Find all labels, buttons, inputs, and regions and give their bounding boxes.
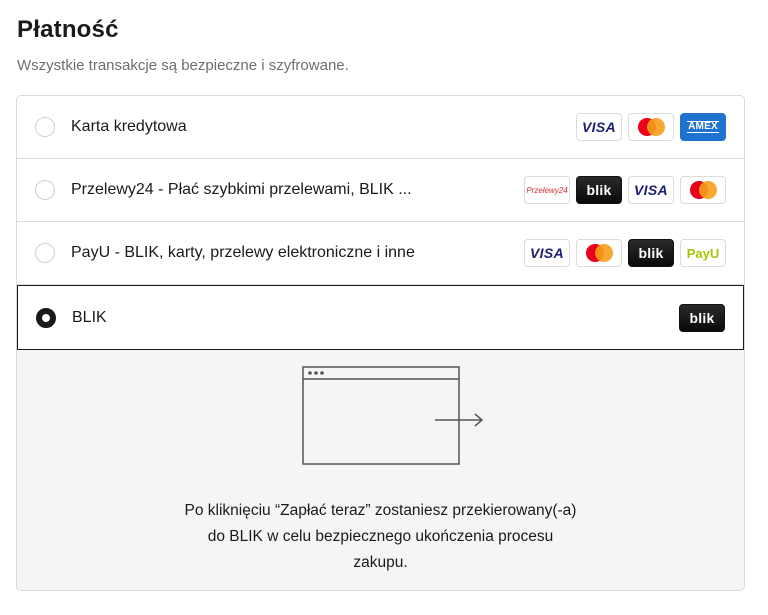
blik-logo-icon: blik <box>576 176 622 204</box>
payment-methods-list: Karta kredytowa VISA AMEX Przelewy24 - P… <box>16 95 745 591</box>
mastercard-logo-icon <box>628 113 674 141</box>
mastercard-logo-icon <box>680 176 726 204</box>
redirect-info-text: Po kliknięciu “Zapłać teraz” zostaniesz … <box>184 502 577 571</box>
payu-logo-icon: PayU <box>680 239 726 267</box>
page-title: Płatność <box>17 16 119 43</box>
visa-logo-icon: VISA <box>524 239 570 267</box>
radio-blik-selected[interactable] <box>36 307 56 328</box>
blik-redirect-details: Po kliknięciu “Zapłać teraz” zostaniesz … <box>17 350 744 590</box>
przelewy24-logo-icon: Przelewy24 <box>524 176 570 204</box>
mastercard-logo-icon <box>576 239 622 267</box>
payment-option-label: PayU - BLIK, karty, przelewy elektronicz… <box>71 244 415 261</box>
page-subtitle: Wszystkie transakcje są bezpieczne i szy… <box>17 57 349 74</box>
card-logos: VISA AMEX <box>576 113 726 141</box>
payment-option-label: Karta kredytowa <box>71 118 187 135</box>
payment-option-przelewy24[interactable]: Przelewy24 - Płać szybkimi przelewami, B… <box>17 159 744 222</box>
payment-option-label: Przelewy24 - Płać szybkimi przelewami, B… <box>71 181 412 198</box>
amex-logo-icon: AMEX <box>680 113 726 141</box>
payment-option-payu[interactable]: PayU - BLIK, karty, przelewy elektronicz… <box>17 222 744 285</box>
payment-option-label: BLIK <box>72 308 107 326</box>
radio-payu[interactable] <box>35 243 55 263</box>
blik-logos: blik <box>679 303 725 332</box>
payu-logos: VISA blik PayU <box>524 239 726 267</box>
payment-option-credit-card[interactable]: Karta kredytowa VISA AMEX <box>17 96 744 159</box>
browser-redirect-icon <box>302 366 484 465</box>
radio-przelewy24[interactable] <box>35 180 55 200</box>
blik-logo-icon: blik <box>628 239 674 267</box>
visa-logo-icon: VISA <box>628 176 674 204</box>
radio-credit-card[interactable] <box>35 117 55 137</box>
payment-option-blik[interactable]: BLIK blik <box>17 285 744 350</box>
przelewy24-logos: Przelewy24 blik VISA <box>524 176 726 204</box>
blik-logo-icon: blik <box>679 303 725 332</box>
visa-logo-icon: VISA <box>576 113 622 141</box>
